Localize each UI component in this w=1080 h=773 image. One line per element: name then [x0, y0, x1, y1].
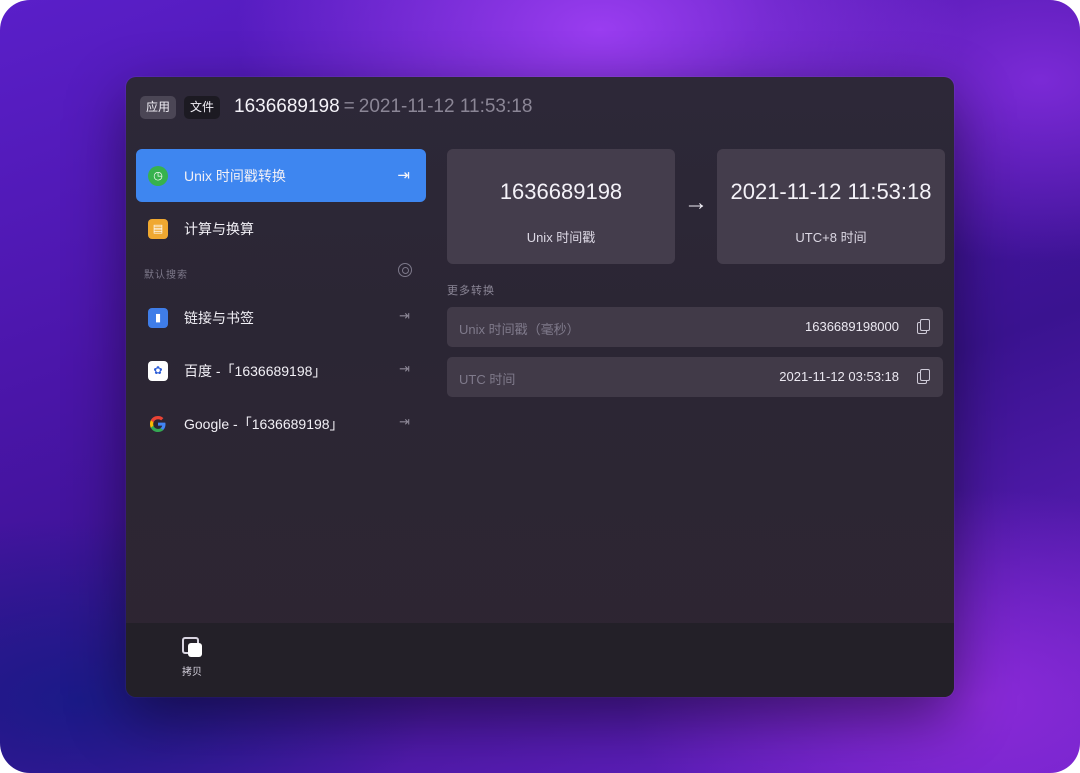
list-item-label: 计算与换算 [184, 220, 254, 237]
enter-icon: ⇥ [399, 361, 410, 376]
conversion-value: 1636689198000 [805, 319, 899, 334]
list-item-label: 链接与书签 [184, 309, 254, 326]
list-item-label: Google -「1636689198」 [184, 415, 344, 432]
list-item-bookmarks[interactable]: ▮ 链接与书签 ⇥ [136, 291, 426, 344]
section-title: 默认搜索 [144, 270, 188, 281]
result-list: ◷ Unix 时间戳转换 ⇥ ▤ 计算与换算 默认搜索 ▮ 链接与书签 ⇥ ✿ … [136, 149, 426, 450]
search-header: 应用 文件 1636689198 = 2021-11-12 11:53:18 [126, 77, 954, 135]
copy-icon [182, 637, 202, 657]
section-default-search: 默认搜索 [136, 255, 426, 291]
list-item-label: 百度 -「1636689198」 [184, 362, 327, 379]
timestamp-caption: Unix 时间戳 [526, 230, 596, 245]
copy-icon[interactable] [917, 369, 930, 384]
copy-button-label: 拷贝 [182, 667, 202, 678]
tab-app[interactable]: 应用 [140, 96, 177, 119]
conversion-value: 2021-11-12 03:53:18 [779, 369, 899, 384]
datetime-value: 2021-11-12 11:53:18 [730, 179, 932, 204]
search-inline-result: 2021-11-12 11:53:18 [358, 96, 533, 117]
list-item-calculator[interactable]: ▤ 计算与换算 [136, 202, 426, 255]
timestamp-card[interactable]: 1636689198 Unix 时间戳 [447, 149, 675, 264]
search-query-text: 1636689198 [234, 96, 340, 117]
tab-file[interactable]: 文件 [184, 96, 221, 119]
search-input[interactable]: 1636689198 = 2021-11-12 11:53:18 [234, 94, 532, 120]
bookmark-icon: ▮ [148, 307, 168, 328]
gear-icon[interactable] [398, 263, 412, 277]
conversion-key: UTC 时间 [459, 372, 516, 387]
more-conversions-title: 更多转换 [447, 285, 495, 297]
copy-button[interactable]: 拷贝 [174, 637, 210, 678]
clock-icon: ◷ [148, 165, 168, 186]
enter-icon: ⇥ [397, 167, 410, 184]
arrow-right-icon: → [684, 189, 708, 216]
equals-sign: = [343, 96, 355, 117]
calculator-icon: ▤ [148, 218, 168, 239]
list-item-google[interactable]: Google -「1636689198」 ⇥ [136, 397, 426, 450]
google-icon [148, 414, 168, 434]
copy-icon[interactable] [917, 319, 930, 334]
list-item-unix-timestamp[interactable]: ◷ Unix 时间戳转换 ⇥ [136, 149, 426, 202]
enter-icon: ⇥ [399, 414, 410, 429]
timestamp-value: 1636689198 [499, 179, 623, 204]
desktop-background: 应用 文件 1636689198 = 2021-11-12 11:53:18 ◷ U… [0, 0, 1080, 773]
action-bar: 拷贝 [126, 623, 954, 697]
enter-icon: ⇥ [399, 308, 410, 323]
list-item-label: Unix 时间戳转换 [184, 167, 286, 184]
list-item-baidu[interactable]: ✿ 百度 -「1636689198」 ⇥ [136, 344, 426, 397]
launcher-window: 应用 文件 1636689198 = 2021-11-12 11:53:18 ◷ U… [126, 77, 954, 697]
datetime-card[interactable]: 2021-11-12 11:53:18 UTC+8 时间 [717, 149, 945, 264]
conversion-key: Unix 时间戳（毫秒） [459, 322, 580, 337]
conversion-row-ms[interactable]: Unix 时间戳（毫秒） 1636689198000 [447, 307, 943, 347]
datetime-caption: UTC+8 时间 [795, 230, 867, 245]
baidu-icon: ✿ [148, 360, 168, 381]
conversion-row-utc[interactable]: UTC 时间 2021-11-12 03:53:18 [447, 357, 943, 397]
